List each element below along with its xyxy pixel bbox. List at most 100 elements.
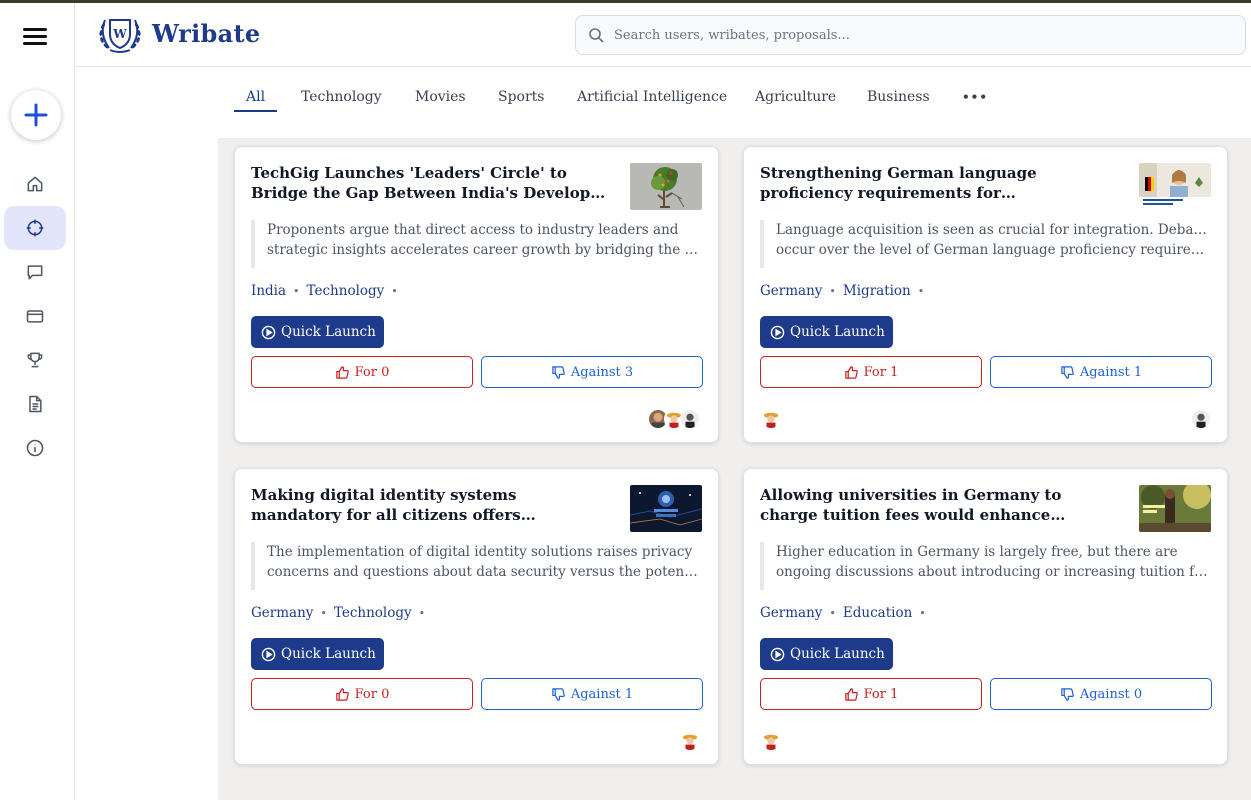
play-circle-icon (261, 647, 276, 661)
tag-country[interactable]: Germany (760, 605, 822, 621)
for-participant-avatars (761, 409, 781, 429)
card-tags: India • Technology • (251, 283, 405, 299)
against-count: Against 1 (1079, 364, 1143, 380)
against-participant-avatars (680, 731, 700, 751)
quick-launch-label: Quick Launch (790, 646, 885, 662)
avatar[interactable] (761, 731, 781, 751)
quick-launch-button[interactable]: Quick Launch (760, 316, 893, 348)
vote-for-button[interactable]: For 1 (760, 356, 982, 388)
card-title[interactable]: Strengthening German language proficienc… (760, 163, 1120, 203)
search-input[interactable] (614, 27, 1214, 43)
sidebar-item-documents[interactable] (4, 382, 66, 426)
card-description: Higher education in Germany is largely f… (760, 542, 1211, 590)
vote-against-button[interactable]: Against 0 (990, 678, 1212, 710)
tag-category[interactable]: Migration (843, 283, 911, 299)
crosshair-icon (26, 219, 44, 237)
tab-movies[interactable]: Movies (415, 89, 466, 105)
sidebar-item-info[interactable] (4, 426, 66, 470)
wribate-card[interactable]: Making digital identity systems mandator… (234, 468, 719, 765)
description-line: Higher education in Germany is largely f… (776, 544, 1178, 560)
document-icon (29, 395, 42, 413)
card-thumbnail (1139, 485, 1211, 532)
avatar[interactable] (1191, 409, 1211, 429)
card-title[interactable]: Allowing universities in Germany to char… (760, 485, 1120, 525)
info-icon (26, 439, 44, 457)
tab-agriculture[interactable]: Agriculture (755, 89, 836, 105)
trophy-icon (27, 352, 43, 368)
tab-technology[interactable]: Technology (301, 89, 382, 105)
menu-icon[interactable] (23, 28, 47, 46)
create-button[interactable] (11, 90, 61, 140)
thumbs-down-icon (552, 365, 565, 379)
vote-for-button[interactable]: For 0 (251, 356, 473, 388)
sidebar-item-messages[interactable] (4, 250, 66, 294)
sidebar-item-leaderboard[interactable] (4, 338, 66, 382)
sidebar (0, 3, 75, 800)
avatar[interactable] (680, 409, 700, 429)
for-count: For 1 (863, 686, 899, 702)
search-icon (589, 28, 604, 43)
sidebar-item-payments[interactable] (4, 294, 66, 338)
tag-separator: • (293, 285, 300, 298)
tag-separator: • (917, 285, 925, 298)
vote-against-button[interactable]: Against 1 (990, 356, 1212, 388)
sidebar-item-home[interactable] (4, 162, 66, 206)
tag-country[interactable]: Germany (251, 605, 313, 621)
description-line: Language acquisition is seen as crucial … (776, 222, 1211, 238)
card-description: Language acquisition is seen as crucial … (760, 220, 1211, 268)
tab-artificial-intelligence[interactable]: Artificial Intelligence (577, 89, 727, 105)
wribate-feed: TechGig Launches 'Leaders' Circle' to Br… (218, 138, 1251, 800)
quick-launch-button[interactable]: Quick Launch (251, 316, 384, 348)
against-count: Against 3 (570, 364, 634, 380)
more-tabs-button[interactable]: ••• (962, 90, 988, 104)
tag-country[interactable]: India (251, 283, 286, 299)
avatar[interactable] (680, 731, 700, 751)
card-tags: Germany • Migration • (760, 283, 931, 299)
wribate-card[interactable]: Allowing universities in Germany to char… (743, 468, 1228, 765)
thumbs-up-icon (844, 365, 858, 379)
card-thumbnail (1139, 163, 1211, 210)
brand-name[interactable]: Wribate (152, 19, 260, 48)
play-circle-icon (770, 325, 785, 339)
wribate-logo: W (99, 19, 141, 53)
card-description: Proponents argue that direct access to i… (251, 220, 702, 268)
against-count: Against 1 (570, 686, 634, 702)
card-title[interactable]: Making digital identity systems mandator… (251, 485, 611, 525)
quick-launch-button[interactable]: Quick Launch (251, 638, 384, 670)
tag-separator: • (391, 285, 398, 298)
tab-sports[interactable]: Sports (498, 89, 544, 105)
vote-for-button[interactable]: For 0 (251, 678, 473, 710)
description-line: ongoing discussions about introducing or… (776, 564, 1211, 580)
search-bar[interactable] (575, 15, 1246, 55)
tag-category[interactable]: Technology (307, 283, 385, 299)
vote-for-button[interactable]: For 1 (760, 678, 982, 710)
active-tab-indicator (234, 110, 277, 112)
card-icon (26, 310, 44, 323)
card-title[interactable]: TechGig Launches 'Leaders' Circle' to Br… (251, 163, 611, 203)
tag-category[interactable]: Education (843, 605, 912, 621)
card-tags: Germany • Technology • (251, 605, 432, 621)
for-participant-avatars (761, 731, 781, 751)
tag-category[interactable]: Technology (334, 605, 412, 621)
quick-launch-label: Quick Launch (790, 324, 885, 340)
vote-against-button[interactable]: Against 3 (481, 356, 703, 388)
tab-all[interactable]: All (246, 89, 265, 105)
sidebar-item-explore[interactable] (4, 206, 66, 250)
wribate-card[interactable]: Strengthening German language proficienc… (743, 146, 1228, 443)
chat-icon (27, 265, 43, 280)
description-line: occur over the level of German language … (776, 242, 1211, 258)
wribate-card[interactable]: TechGig Launches 'Leaders' Circle' to Br… (234, 146, 719, 443)
quick-launch-button[interactable]: Quick Launch (760, 638, 893, 670)
tag-country[interactable]: Germany (760, 283, 822, 299)
tag-separator: • (829, 285, 836, 298)
card-thumbnail (630, 163, 702, 210)
card-tags: Germany • Education • (760, 605, 933, 621)
thumbs-down-icon (1061, 365, 1074, 379)
plus-icon (24, 103, 48, 127)
description-line: Proponents argue that direct access to i… (267, 222, 679, 238)
description-line: strategic insights accelerates career gr… (267, 242, 702, 258)
avatar[interactable] (761, 409, 781, 429)
tab-business[interactable]: Business (867, 89, 930, 105)
for-count: For 0 (354, 686, 390, 702)
vote-against-button[interactable]: Against 1 (481, 678, 703, 710)
